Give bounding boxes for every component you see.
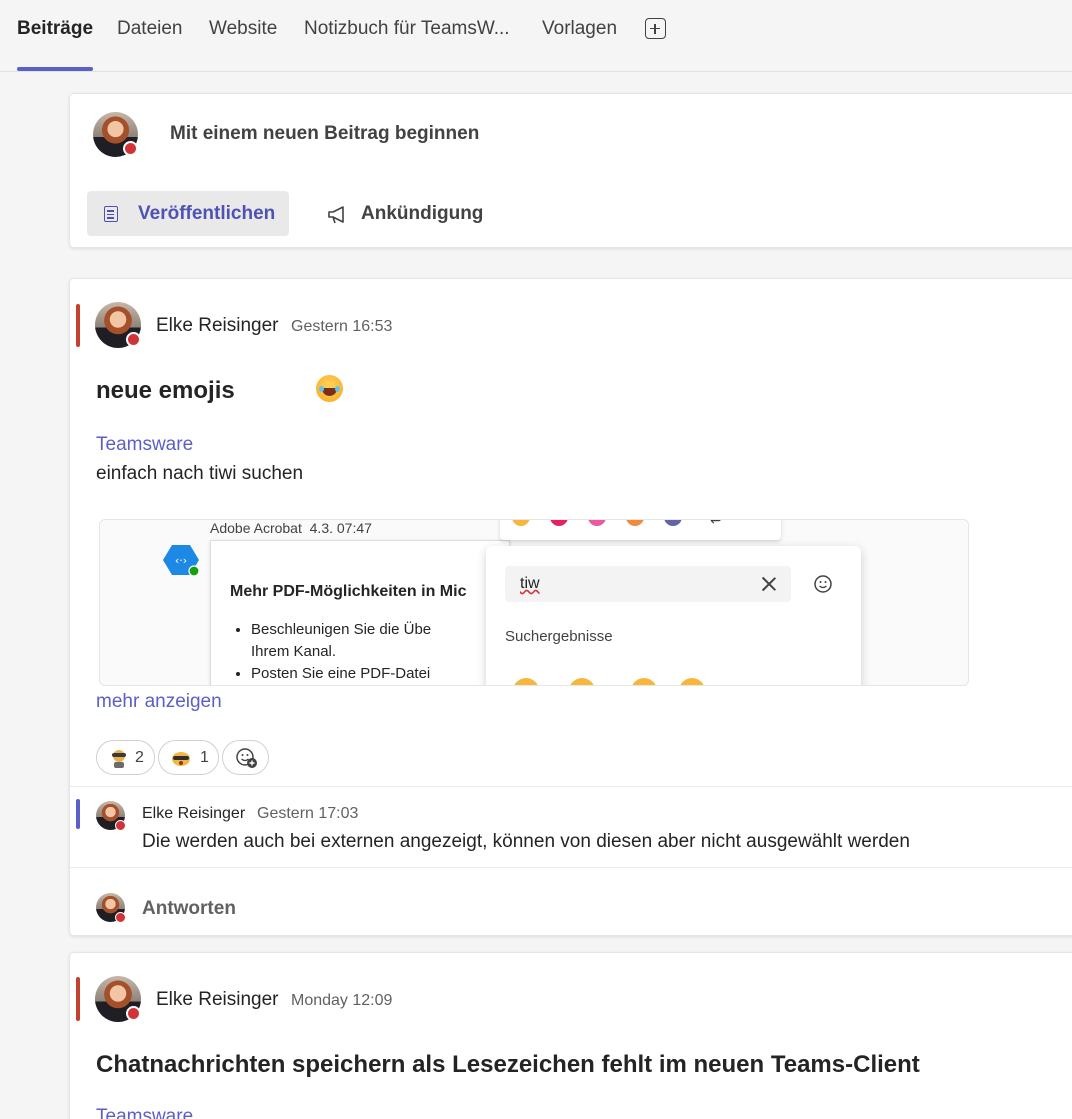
reply-arrow-icon: ↩ — [710, 519, 722, 528]
svg-text:‹·›: ‹·› — [175, 554, 187, 567]
reply-author[interactable]: Elke Reisinger — [142, 805, 245, 823]
active-tab-indicator — [17, 67, 93, 71]
show-more-link[interactable]: mehr anzeigen — [96, 691, 222, 713]
mention-link[interactable]: Teamsware — [96, 434, 193, 456]
heart-emoji-icon — [550, 520, 568, 526]
emoji-search-query: tiw — [520, 575, 540, 592]
reaction-count: 1 — [200, 749, 209, 766]
thumbs-up-emoji-icon — [512, 520, 530, 526]
post-author[interactable]: Elke Reisinger — [156, 315, 279, 337]
result-emoji-icon — [631, 678, 657, 685]
tab-dateien[interactable]: Dateien — [117, 18, 183, 40]
laugh-emoji-icon — [588, 520, 606, 526]
megaphone-icon — [328, 206, 344, 224]
announcement-label: Ankündigung — [361, 203, 484, 224]
post-card: Elke Reisinger Gestern 16:53 neue emojis… — [69, 278, 1072, 936]
post-card: Elke Reisinger Monday 12:09 Chatnachrich… — [69, 952, 1072, 1119]
embed-bullets: Beschleunigen Sie die Übe Ihrem Kanal. P… — [251, 619, 431, 685]
presence-busy-icon — [126, 332, 141, 347]
post-icon — [104, 206, 118, 222]
embed-card-title: Mehr PDF-Möglichkeiten in Mic — [230, 583, 467, 600]
embedded-screenshot[interactable]: ‹·› Adobe Acrobat 4.3. 07:47 Mehr PDF-Mö… — [99, 519, 969, 686]
post-author[interactable]: Elke Reisinger — [156, 989, 279, 1011]
search-results-label: Suchergebnisse — [505, 628, 613, 645]
announcement-button[interactable]: Ankündigung — [324, 191, 514, 236]
tiwi-emoji-icon — [112, 750, 126, 768]
add-reaction-icon — [236, 748, 257, 768]
tab-notizbuch[interactable]: Notizbuch für TeamsW... — [304, 18, 510, 40]
reaction-tiwi-wow[interactable]: 1 — [158, 740, 219, 775]
publish-label: Veröffentlichen — [138, 203, 276, 224]
reply-text: Die werden auch bei externen angezeigt, … — [142, 831, 910, 852]
post-timestamp: Gestern 16:53 — [291, 318, 393, 335]
embed-reaction-bar: ↩ ··· — [500, 519, 781, 540]
new-post-card: Mit einem neuen Beitrag beginnen Veröffe… — [69, 93, 1072, 248]
presence-busy-icon — [126, 1006, 141, 1021]
emoji-face-icon — [814, 575, 832, 593]
app-icon: ‹·› — [163, 545, 199, 576]
emoji-search-popup: tiw Suchergebnisse — [486, 546, 861, 685]
emoji-search-box: tiw — [505, 566, 791, 602]
result-emoji-icon — [513, 678, 539, 685]
laughing-emoji-icon — [316, 375, 343, 402]
mention-link[interactable]: Teamsware — [96, 1106, 193, 1119]
reaction-count: 2 — [135, 749, 144, 766]
embed-app-name: Adobe Acrobat 4.3. 07:47 — [210, 520, 372, 536]
more-options-icon: ··· — [748, 520, 764, 524]
tab-vorlagen[interactable]: Vorlagen — [542, 18, 617, 40]
result-emoji-icon — [679, 678, 705, 685]
embed-message-card: Mehr PDF-Möglichkeiten in Mic Beschleuni… — [210, 540, 510, 685]
post-title: neue emojis — [96, 377, 235, 404]
tiwi-wow-emoji-icon — [172, 752, 190, 766]
presence-busy-icon — [115, 820, 126, 831]
tab-beitraege[interactable]: Beiträge — [17, 18, 93, 40]
add-reaction-button[interactable] — [222, 740, 269, 775]
presence-busy-icon — [115, 912, 126, 923]
publish-button[interactable]: Veröffentlichen — [87, 191, 289, 236]
reply-accent-bar — [76, 799, 80, 829]
presence-busy-icon — [123, 141, 138, 156]
tab-website[interactable]: Website — [209, 18, 277, 40]
divider — [70, 786, 1072, 787]
post-accent-bar — [76, 304, 80, 347]
reply-button[interactable]: Antworten — [142, 898, 236, 920]
post-title: Chatnachrichten speichern als Lesezeiche… — [96, 1051, 920, 1078]
post-body: einfach nach tiwi suchen — [96, 463, 304, 484]
result-emoji-icon — [569, 678, 595, 685]
surprised-emoji-icon — [626, 520, 644, 526]
reply-timestamp: Gestern 17:03 — [257, 805, 359, 822]
reaction-tiwi[interactable]: 2 — [96, 740, 155, 775]
post-accent-bar — [76, 977, 80, 1021]
channel-tab-bar: Beiträge Dateien Website Notizbuch für T… — [0, 0, 1072, 72]
post-timestamp: Monday 12:09 — [291, 992, 393, 1009]
close-icon — [760, 575, 778, 593]
new-post-prompt[interactable]: Mit einem neuen Beitrag beginnen — [170, 123, 479, 145]
divider — [70, 867, 1072, 868]
add-tab-icon[interactable] — [645, 18, 666, 39]
add-reaction-icon — [664, 520, 682, 526]
